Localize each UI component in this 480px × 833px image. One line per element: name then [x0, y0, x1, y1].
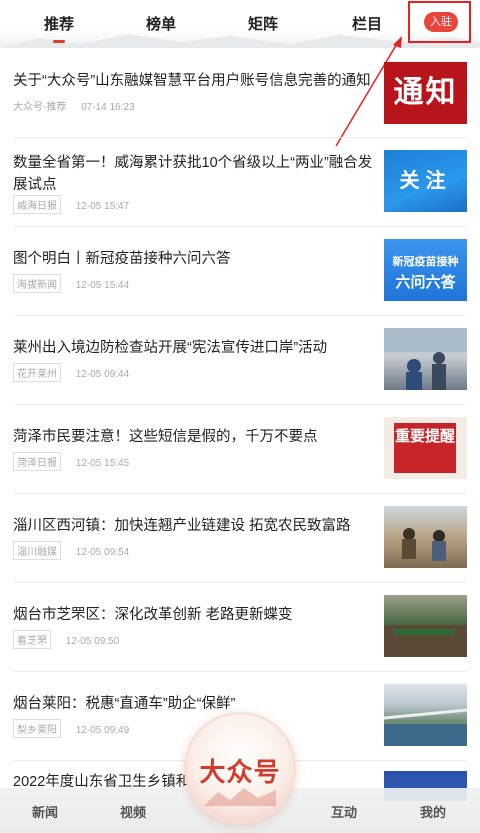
news-meta: 淄川融媒 12-05 09:54: [13, 541, 129, 560]
news-source: 花开莱州: [13, 363, 61, 382]
news-thumbnail: [384, 595, 467, 657]
nav-mine[interactable]: 我的: [420, 802, 446, 821]
news-time: 12-05 15:45: [75, 458, 130, 469]
news-title: 关于“大众号”山东融媒智慧平台用户账号信息完善的通知: [13, 73, 371, 89]
news-time: 12-05 09:50: [65, 636, 120, 647]
news-title: 菏泽市民要注意！这些短信是假的，千万不要点: [13, 429, 318, 445]
news-title: 烟台莱阳：税惠“直通车”助企“保鲜”: [13, 696, 236, 712]
news-time: 12-05 09:49: [75, 725, 130, 736]
news-meta: 菏泽日报 12-05 15:45: [13, 452, 129, 471]
news-source: 看芝罘: [13, 630, 51, 649]
news-time: 12-05 15:47: [75, 201, 130, 212]
news-source: 淄川融媒: [13, 541, 61, 560]
nav-news[interactable]: 新闻: [32, 802, 58, 821]
news-time: 12-05 15:44: [75, 280, 130, 291]
news-thumbnail: [384, 506, 467, 568]
news-thumbnail: 重要提醒: [384, 417, 467, 479]
news-thumbnail: [384, 328, 467, 390]
nav-interactive[interactable]: 互动: [331, 802, 357, 821]
divider: [13, 493, 467, 494]
divider: [13, 226, 467, 227]
thumb-text: 新冠疫苗接种: [392, 256, 459, 268]
news-title: 数量全省第一！威海累计获批10个省级以上“两业”融合发展试点: [13, 155, 373, 193]
divider: [13, 582, 467, 583]
tab-rankings[interactable]: 榜单: [146, 13, 176, 34]
divider: [13, 404, 467, 405]
photo-placeholder: [402, 528, 446, 561]
news-thumbnail: 新冠疫苗接种 六问六答: [384, 239, 467, 301]
logo-hills-icon: [204, 788, 276, 806]
top-tab-bar: 推荐 榜单 矩阵 栏目 入驻: [0, 0, 480, 48]
news-meta: 大众号-推荐 07-14 16:23: [13, 98, 135, 113]
photo-placeholder: [384, 328, 467, 390]
news-time: 12-05 09:54: [75, 547, 130, 558]
divider: [13, 137, 467, 138]
thumb-text: 六问六答: [395, 274, 456, 291]
news-meta: 海拔新闻 12-05 15:44: [13, 274, 129, 293]
news-title: 莱州出入境边防检查站开展“宪法宣传进口岸”活动: [13, 340, 328, 356]
nav-video[interactable]: 视频: [120, 802, 146, 821]
news-time: 12-05 09:44: [75, 369, 130, 380]
news-thumbnail: 通知: [384, 62, 467, 124]
news-title: 烟台市芝罘区：深化改革创新 老路更新蝶变: [13, 607, 293, 623]
thumb-text: 重要提醒: [394, 423, 456, 473]
join-button[interactable]: 入驻: [424, 12, 458, 32]
divider: [13, 671, 467, 672]
news-source: 梨乡莱阳: [13, 719, 61, 738]
photo-placeholder: [384, 625, 467, 657]
tab-matrix[interactable]: 矩阵: [248, 13, 278, 34]
news-title: 图个明白丨新冠疫苗接种六问六答: [13, 251, 231, 267]
news-source: 海拔新闻: [13, 274, 61, 293]
news-source: 威海日报: [13, 195, 61, 214]
news-meta: 梨乡莱阳 12-05 09:49: [13, 719, 129, 738]
center-logo-button[interactable]: 大众号: [184, 712, 296, 824]
news-meta: 威海日报 12-05 15:47: [13, 195, 129, 214]
thumb-text: 通知: [393, 75, 458, 110]
photo-placeholder: [384, 708, 467, 746]
news-meta: 看芝罘 12-05 09:50: [13, 630, 119, 649]
news-time: 07-14 16:23: [81, 102, 135, 113]
tab-recommend[interactable]: 推荐: [44, 13, 74, 34]
thumb-text: 关注: [399, 170, 452, 192]
news-source: 大众号-推荐: [13, 102, 67, 113]
news-thumbnail: [384, 684, 467, 746]
divider: [13, 315, 467, 316]
news-thumbnail: 关注: [384, 150, 467, 212]
tab-columns[interactable]: 栏目: [352, 13, 382, 34]
news-title: 淄川区西河镇：加快连翘产业链建设 拓宽农民致富路: [13, 518, 351, 534]
news-source: 菏泽日报: [13, 452, 61, 471]
news-meta: 花开莱州 12-05 09:44: [13, 363, 129, 382]
